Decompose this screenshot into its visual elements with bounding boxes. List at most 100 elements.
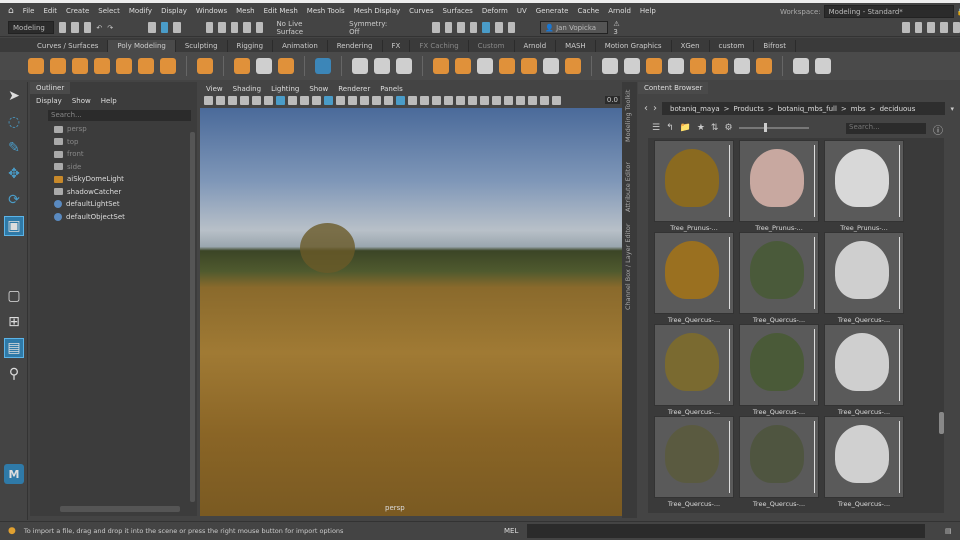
outliner-item[interactable]: aiSkyDomeLight bbox=[30, 173, 197, 186]
move-tool-icon[interactable]: ✥ bbox=[4, 164, 24, 184]
viewport-menu-item[interactable]: Renderer bbox=[338, 85, 370, 93]
viewport-tool-icon[interactable] bbox=[252, 96, 261, 105]
outliner-layout-icon[interactable]: ▤ bbox=[4, 338, 24, 358]
fill-hole-icon[interactable] bbox=[543, 58, 559, 74]
multi-cut-icon[interactable] bbox=[602, 58, 618, 74]
pause-icon[interactable] bbox=[507, 22, 516, 33]
outliner-item[interactable]: front bbox=[30, 148, 197, 161]
menu-edit-mesh[interactable]: Edit Mesh bbox=[264, 7, 298, 15]
breadcrumb-item[interactable]: botaniq_maya bbox=[670, 105, 720, 113]
attribute-editor-icon[interactable] bbox=[927, 22, 935, 33]
lasso-tool-icon[interactable]: ◌ bbox=[4, 112, 24, 132]
breadcrumb-item[interactable]: Products bbox=[734, 105, 764, 113]
viewport-tool-icon[interactable] bbox=[408, 96, 417, 105]
outliner-search-input[interactable]: Search... bbox=[48, 110, 191, 121]
menu-surfaces[interactable]: Surfaces bbox=[442, 7, 472, 15]
channel-box-tab[interactable]: Channel Box / Layer Editor bbox=[624, 223, 632, 310]
snap-grid-icon[interactable] bbox=[205, 22, 214, 33]
select-object-icon[interactable] bbox=[160, 22, 169, 33]
search-tool-icon[interactable]: ⚲ bbox=[4, 364, 24, 384]
thumbnail-size-slider[interactable] bbox=[738, 123, 809, 132]
workspace-dropdown[interactable]: Modeling - Standard* bbox=[823, 5, 954, 18]
viewport-tool-icon[interactable] bbox=[396, 96, 405, 105]
menu-file[interactable]: File bbox=[23, 7, 35, 15]
shelf-tab[interactable]: MASH bbox=[556, 40, 596, 52]
shelf-tab[interactable]: custom bbox=[710, 40, 755, 52]
snap-view-icon[interactable] bbox=[243, 22, 251, 33]
help-icon[interactable]: ⓘ bbox=[933, 122, 943, 137]
viewport-tool-icon[interactable] bbox=[540, 96, 549, 105]
poly-sphere-icon[interactable] bbox=[28, 58, 44, 74]
forward-icon[interactable]: › bbox=[653, 103, 657, 114]
viewport-tool-icon[interactable] bbox=[480, 96, 489, 105]
hypershade-icon[interactable] bbox=[482, 22, 491, 33]
outliner-item[interactable]: shadowCatcher bbox=[30, 186, 197, 199]
viewport-tool-icon[interactable] bbox=[432, 96, 441, 105]
viewport-tool-icon[interactable] bbox=[336, 96, 345, 105]
viewport-tool-icon[interactable] bbox=[204, 96, 213, 105]
shelf-tab[interactable]: Poly Modeling bbox=[108, 40, 176, 52]
render-setup-icon[interactable] bbox=[495, 22, 503, 33]
outliner-item[interactable]: defaultLightSet bbox=[30, 198, 197, 211]
menu-windows[interactable]: Windows bbox=[196, 7, 227, 15]
live-surface-field[interactable]: No Live Surface bbox=[276, 20, 314, 36]
asset-thumbnail[interactable] bbox=[654, 140, 734, 222]
path-dropdown-icon[interactable]: ▾ bbox=[950, 105, 954, 113]
bridge-icon[interactable] bbox=[499, 58, 515, 74]
viewport-tool-icon[interactable] bbox=[516, 96, 525, 105]
poly-plane-icon[interactable] bbox=[138, 58, 154, 74]
viewport-tool-icon[interactable] bbox=[504, 96, 513, 105]
asset-thumbnail[interactable] bbox=[824, 140, 904, 222]
combine-icon[interactable] bbox=[352, 58, 368, 74]
viewport-tool-icon[interactable] bbox=[468, 96, 477, 105]
favorite-icon[interactable]: ★ bbox=[697, 123, 705, 133]
asset-thumbnail[interactable] bbox=[654, 232, 734, 314]
menu-deform[interactable]: Deform bbox=[482, 7, 508, 15]
shelf-options-icon[interactable] bbox=[815, 58, 831, 74]
lock-icon[interactable]: 🔒 bbox=[957, 8, 960, 16]
modeling-toolkit-icon[interactable] bbox=[902, 22, 910, 33]
reduce-icon[interactable] bbox=[668, 58, 684, 74]
outliner-menu-item[interactable]: Show bbox=[72, 97, 91, 105]
viewport-tool-icon[interactable] bbox=[420, 96, 429, 105]
extract-icon[interactable] bbox=[646, 58, 662, 74]
menu-modify[interactable]: Modify bbox=[129, 7, 152, 15]
uv-editor-icon[interactable] bbox=[315, 58, 331, 74]
save-scene-icon[interactable] bbox=[83, 22, 92, 33]
user-account[interactable]: 👤 Jan Vopicka bbox=[540, 21, 609, 34]
mirror-icon[interactable] bbox=[565, 58, 581, 74]
viewport-menu-item[interactable]: Show bbox=[309, 85, 328, 93]
menu-display[interactable]: Display bbox=[161, 7, 187, 15]
viewport-tool-icon[interactable] bbox=[552, 96, 561, 105]
redo-icon[interactable]: ↷ bbox=[107, 24, 113, 32]
center-pivot-icon[interactable] bbox=[396, 58, 412, 74]
outliner-item[interactable]: top bbox=[30, 136, 197, 149]
mode-dropdown[interactable]: Modeling bbox=[8, 21, 54, 34]
attribute-editor-tab[interactable]: Attribute Editor bbox=[624, 162, 632, 212]
breadcrumb-item[interactable]: botaniq_mbs_full bbox=[778, 105, 837, 113]
parent-folder-icon[interactable]: ↰ bbox=[666, 123, 674, 133]
outliner-menu-item[interactable]: Help bbox=[101, 97, 117, 105]
content-browser-tab[interactable]: Content Browser bbox=[638, 82, 709, 94]
shelf-tab[interactable]: Animation bbox=[273, 40, 328, 52]
asset-thumbnail[interactable] bbox=[824, 416, 904, 498]
single-pane-layout-icon[interactable]: ▢ bbox=[4, 286, 24, 306]
modeling-toolkit-tab[interactable]: Modeling Toolkit bbox=[624, 90, 632, 142]
poly-disc-icon[interactable] bbox=[160, 58, 176, 74]
outliner-menu-item[interactable]: Display bbox=[36, 97, 62, 105]
asset-thumbnail[interactable] bbox=[654, 324, 734, 406]
menu-curves[interactable]: Curves bbox=[409, 7, 433, 15]
insert-loop-icon[interactable] bbox=[712, 58, 728, 74]
viewport-tool-icon[interactable] bbox=[372, 96, 381, 105]
shelf-tab[interactable]: Sculpting bbox=[176, 40, 228, 52]
svg-icon[interactable] bbox=[278, 58, 294, 74]
snap-curve-icon[interactable] bbox=[218, 22, 226, 33]
home-icon[interactable]: ⌂ bbox=[8, 6, 14, 16]
viewport-tool-icon[interactable] bbox=[324, 96, 333, 105]
tool-settings-icon[interactable] bbox=[939, 22, 948, 33]
snap-surface-icon[interactable] bbox=[255, 22, 264, 33]
render-view-icon[interactable] bbox=[432, 22, 440, 33]
smooth-icon[interactable] bbox=[433, 58, 449, 74]
shelf-tab[interactable]: Bifrost bbox=[754, 40, 796, 52]
viewport-3d-view[interactable]: persp bbox=[200, 108, 622, 516]
